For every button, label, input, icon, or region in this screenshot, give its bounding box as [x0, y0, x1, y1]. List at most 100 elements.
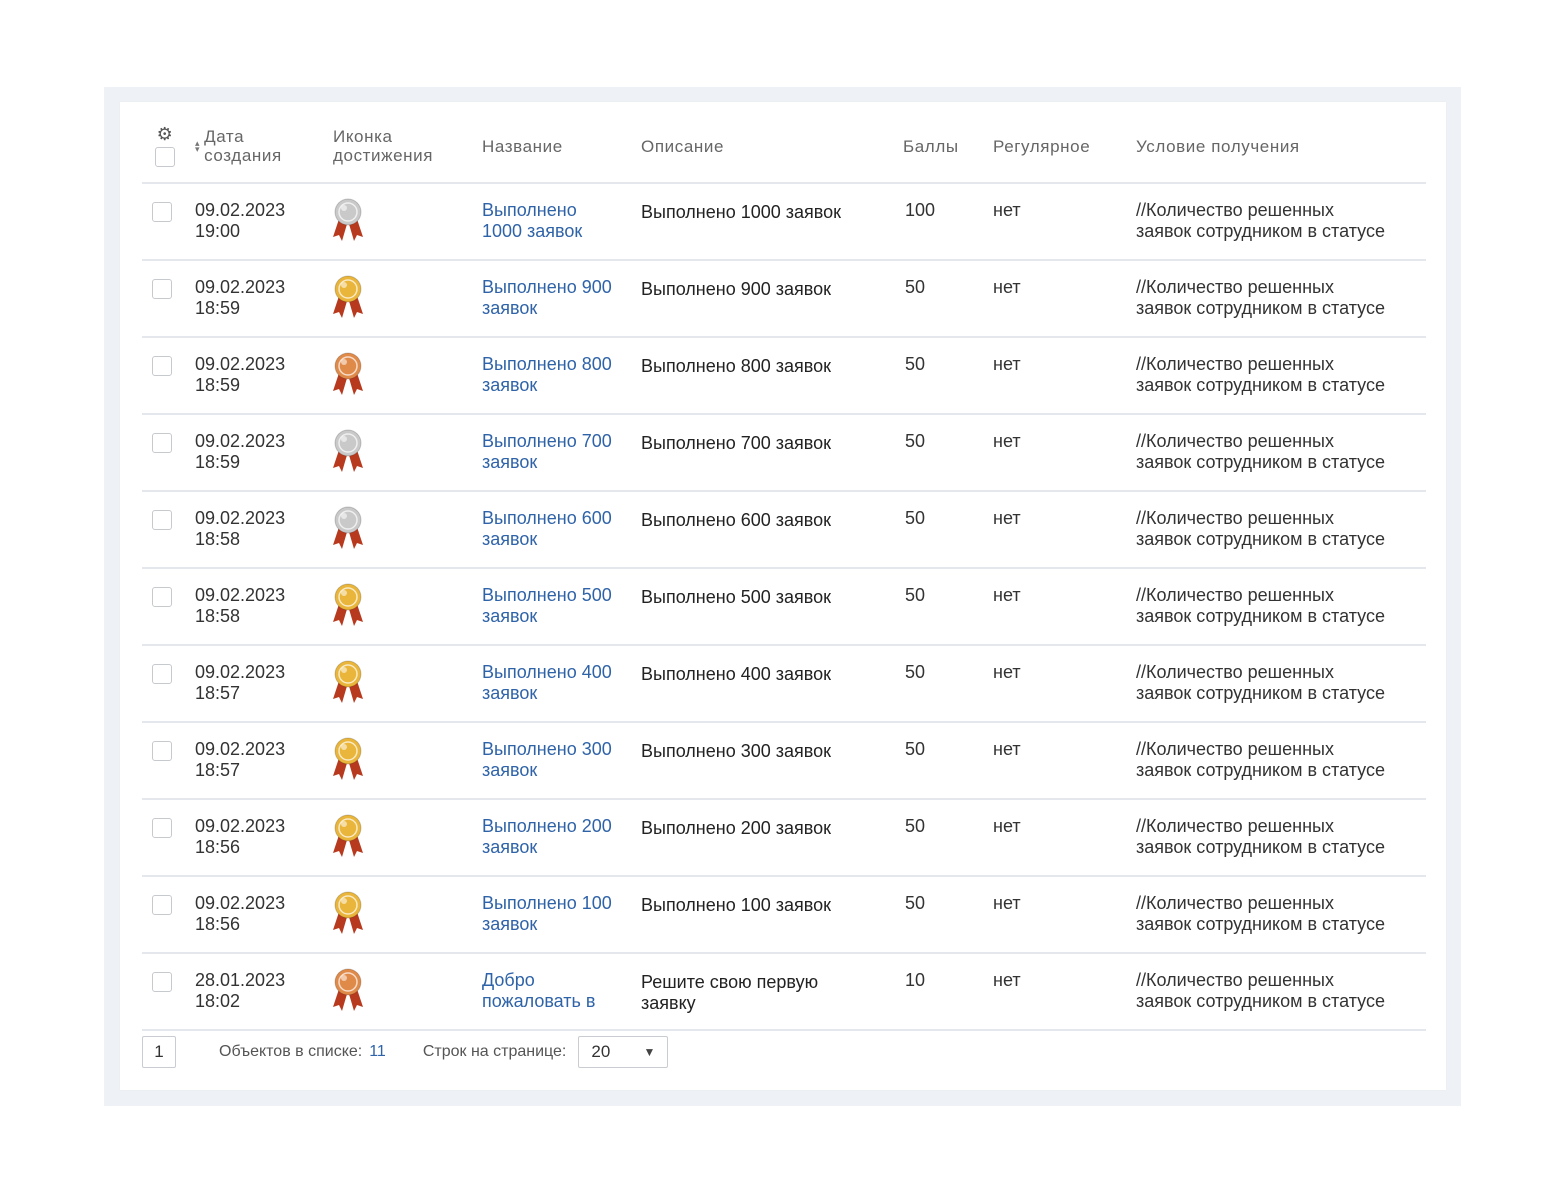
column-header-date-line2: создания — [204, 146, 282, 165]
description-cell: Решите свою первую заявку — [641, 972, 818, 1014]
row-checkbox-cell — [152, 279, 172, 299]
table-row[interactable]: 09.02.2023 18:57 Выполнено 400 заявок Выполн… — [142, 646, 1426, 723]
condition-cell: //Количество решенных заявок сотрудником … — [1136, 662, 1385, 706]
achievement-name-link[interactable]: Выполнено 700 заявок — [482, 431, 612, 472]
description-line: заявку — [641, 993, 696, 1013]
created-time: 18:02 — [195, 991, 241, 1011]
gear-icon[interactable]: ⚙ — [157, 125, 174, 143]
row-checkbox[interactable] — [152, 510, 172, 530]
table-footer: 1 Объектов в списке: 11 Строк на страниц… — [142, 1036, 669, 1068]
achievement-name-link[interactable]: Выполнено 900 заявок — [482, 277, 612, 318]
created-time: 18:59 — [195, 298, 241, 318]
achievement-name-line: Выполнено 700 — [482, 431, 612, 451]
description-cell: Выполнено 600 заявок — [641, 510, 831, 531]
row-checkbox[interactable] — [152, 279, 172, 299]
date-cell: 09.02.2023 18:59 — [195, 354, 285, 396]
column-header-regular[interactable]: Регулярное — [993, 110, 1123, 182]
achievement-name-link[interactable]: Выполнено 600 заявок — [482, 508, 612, 549]
regular-cell: нет — [993, 739, 1021, 759]
row-checkbox-cell — [152, 895, 172, 915]
table-row[interactable]: 09.02.2023 19:00 Выполнено 1000 заявок Выпол… — [142, 184, 1426, 261]
created-date: 09.02.2023 — [195, 431, 286, 451]
achievement-name-cell: Добро пожаловать в — [482, 970, 595, 1012]
column-header-points[interactable]: Баллы — [903, 110, 983, 182]
achievement-name-link[interactable]: Выполнено 800 заявок — [482, 354, 612, 395]
achievement-name-line: пожаловать в — [482, 991, 596, 1011]
sort-icon[interactable]: ▴ ▾ — [195, 139, 200, 154]
column-header-condition[interactable]: Условие получения — [1136, 110, 1424, 182]
column-header-date[interactable]: ▴ ▾ Дата создания — [195, 110, 325, 182]
row-checkbox[interactable] — [152, 972, 172, 992]
row-checkbox[interactable] — [152, 433, 172, 453]
achievement-name-line: Выполнено 500 — [482, 585, 612, 605]
condition-line: //Количество решенных — [1136, 893, 1334, 913]
achievement-name-link[interactable]: Выполнено 500 заявок — [482, 585, 612, 626]
row-checkbox[interactable] — [152, 587, 172, 607]
date-cell: 09.02.2023 18:57 — [195, 662, 285, 704]
row-checkbox[interactable] — [152, 741, 172, 761]
condition-line: заявок сотрудником в статусе — [1136, 452, 1385, 472]
achievement-name-line: заявок — [482, 375, 538, 395]
achievement-name-cell: Выполнено 900 заявок — [482, 277, 612, 319]
achievement-name-line: Выполнено 100 — [482, 893, 612, 913]
table-row[interactable]: 09.02.2023 18:58 Выполнено 600 заявок Выполн… — [142, 492, 1426, 569]
achievement-name-line: Выполнено 600 — [482, 508, 612, 528]
select-all-checkbox[interactable] — [155, 147, 175, 167]
condition-line: заявок сотрудником в статусе — [1136, 837, 1385, 857]
achievement-name-line: Добро — [482, 970, 535, 990]
regular-cell: нет — [993, 431, 1021, 451]
achievement-name-link[interactable]: Выполнено 300 заявок — [482, 739, 612, 780]
description-cell: Выполнено 900 заявок — [641, 279, 831, 300]
achievement-icon-cell — [330, 967, 366, 1018]
condition-cell: //Количество решенных заявок сотрудником … — [1136, 200, 1385, 244]
achievement-name-cell: Выполнено 500 заявок — [482, 585, 612, 627]
row-checkbox[interactable] — [152, 356, 172, 376]
row-checkbox[interactable] — [152, 895, 172, 915]
pagination-page-button[interactable]: 1 — [142, 1036, 176, 1068]
created-date: 09.02.2023 — [195, 739, 286, 759]
table-row[interactable]: 09.02.2023 18:56 Выполнено 200 заявок Выполн… — [142, 800, 1426, 877]
achievement-name-cell: Выполнено 100 заявок — [482, 893, 612, 935]
achievement-name-line: заявок — [482, 914, 538, 934]
created-time: 18:58 — [195, 529, 241, 549]
table-row[interactable]: 09.02.2023 18:59 Выполнено 900 заявок Выполн… — [142, 261, 1426, 338]
condition-line: //Количество решенных — [1136, 508, 1334, 528]
achievement-name-line: Выполнено 800 — [482, 354, 612, 374]
achievement-icon-cell — [330, 890, 366, 941]
points-cell: 50 — [905, 354, 926, 374]
achievement-name-link[interactable]: Выполнено 1000 заявок — [482, 200, 582, 241]
table-row[interactable]: 09.02.2023 18:58 Выполнено 500 заявок Выполн… — [142, 569, 1426, 646]
table-row[interactable]: 28.01.2023 18:02 Добро пожаловать в Решите с… — [142, 954, 1426, 1031]
row-checkbox-cell — [152, 510, 172, 530]
rows-per-page-select[interactable]: 20 ▼ — [578, 1036, 669, 1068]
points-cell: 10 — [905, 970, 926, 990]
row-checkbox[interactable] — [152, 818, 172, 838]
description-line: Выполнено 900 заявок — [641, 279, 832, 299]
achievement-name-link[interactable]: Выполнено 200 заявок — [482, 816, 612, 857]
table-row[interactable]: 09.02.2023 18:56 Выполнено 100 заявок Выполн… — [142, 877, 1426, 954]
created-time: 19:00 — [195, 221, 241, 241]
points-cell: 50 — [905, 277, 926, 297]
table-row[interactable]: 09.02.2023 18:57 Выполнено 300 заявок Выполн… — [142, 723, 1426, 800]
medal-icon — [333, 891, 363, 934]
achievement-name-line: заявок — [482, 452, 538, 472]
achievement-icon-cell — [330, 274, 366, 325]
column-header-name[interactable]: Название — [482, 110, 634, 182]
achievement-icon-cell — [330, 505, 366, 556]
medal-icon — [333, 660, 363, 703]
achievement-name-link[interactable]: Выполнено 400 заявок — [482, 662, 612, 703]
achievement-name-link[interactable]: Выполнено 100 заявок — [482, 893, 612, 934]
column-header-description[interactable]: Описание — [641, 110, 891, 182]
achievement-name-line: заявок — [482, 683, 538, 703]
points-cell: 50 — [905, 431, 926, 451]
row-checkbox[interactable] — [152, 664, 172, 684]
achievement-name-cell: Выполнено 1000 заявок — [482, 200, 582, 242]
condition-line: заявок сотрудником в статусе — [1136, 375, 1385, 395]
table-row[interactable]: 09.02.2023 18:59 Выполнено 700 заявок Выполн… — [142, 415, 1426, 492]
row-checkbox[interactable] — [152, 202, 172, 222]
table-row[interactable]: 09.02.2023 18:59 Выполнено 800 заявок Выполн… — [142, 338, 1426, 415]
condition-line: //Количество решенных — [1136, 970, 1334, 990]
achievement-name-link[interactable]: Добро пожаловать в — [482, 970, 595, 1011]
column-header-icon[interactable]: Иконка достижения — [333, 110, 473, 182]
achievement-name-cell: Выполнено 600 заявок — [482, 508, 612, 550]
